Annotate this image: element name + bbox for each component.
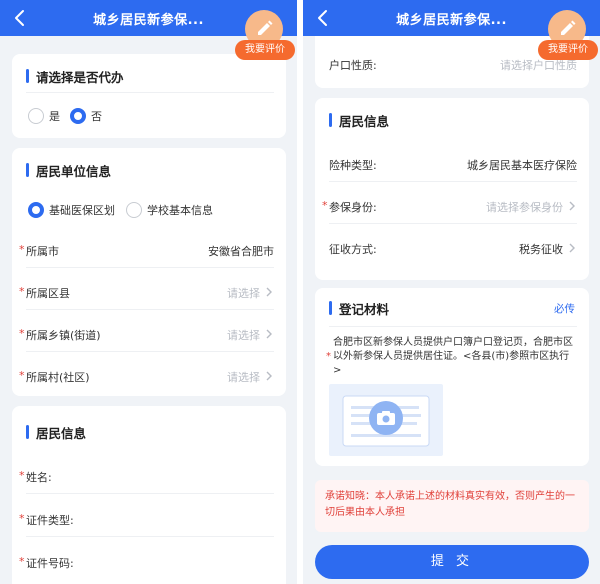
chevron-right-icon (266, 287, 272, 297)
field-township[interactable]: * 所属乡镇(街道) 请选择 (19, 316, 274, 352)
rate-button[interactable]: 我要评价 (235, 10, 297, 62)
section-header: 登记材料 (329, 298, 389, 318)
pencil-icon (258, 20, 273, 35)
camera-icon (377, 411, 395, 425)
section-title: 请选择是否代办 (36, 69, 124, 85)
section-title: 居民信息 (36, 425, 87, 441)
chevron-right-icon (569, 201, 575, 211)
chevron-right-icon (266, 371, 272, 381)
commitment-notice: 承诺知晓：本人承诺上述的材料真实有效，否则产生的一切后果由本人承担 (315, 480, 589, 532)
field-village[interactable]: * 所属村(社区) 请选择 (19, 358, 274, 394)
field-collection-method[interactable]: 征收方式: 税务征收 (329, 230, 577, 266)
field-city[interactable]: * 所属市 安徽省合肥市 (19, 232, 274, 268)
radio-circle-checked (28, 202, 44, 218)
required-badge: 必传 (554, 303, 575, 315)
field-id-number[interactable]: * 证件号码: (19, 544, 274, 580)
section-title: 居民信息 (339, 113, 390, 129)
section-header: 请选择是否代办 (26, 66, 124, 86)
field-name[interactable]: * 姓名: (19, 458, 274, 494)
radio-region[interactable]: 基础医保区划 (28, 202, 115, 218)
radio-circle (126, 202, 142, 218)
pencil-icon (561, 20, 576, 35)
rate-label: 我要评价 (538, 40, 598, 60)
left-screen: 城乡居民新参保... 我要评价 请选择是否代办 是 否 居民单位信息 基础医保区… (0, 0, 297, 584)
upload-area[interactable] (329, 384, 443, 456)
chevron-right-icon (266, 329, 272, 339)
section-header: 居民单位信息 (26, 160, 111, 180)
radio-circle-checked (70, 108, 86, 124)
resident-info-card: 居民信息 险种类型: 城乡居民基本医疗保险 * 参保身份: 请选择参保身份 征收… (315, 98, 589, 280)
resident-card: 居民信息 * 姓名: * 证件类型: * 证件号码: (12, 406, 286, 584)
unit-card: 居民单位信息 基础医保区划 学校基本信息 * 所属市 安徽省合肥市 * 所属区县… (12, 148, 286, 396)
field-id-type[interactable]: * 证件类型: (19, 501, 274, 537)
rate-button[interactable]: 我要评价 (538, 10, 600, 62)
field-insured-identity[interactable]: * 参保身份: 请选择参保身份 (322, 188, 577, 224)
materials-card: 登记材料 必传 * 合肥市区新参保人员提供户口簿户口登记页，合肥市区以外新参保人… (315, 288, 589, 466)
section-title: 居民单位信息 (36, 163, 112, 179)
submit-button[interactable]: 提 交 (315, 545, 589, 579)
section-title: 登记材料 (339, 301, 390, 317)
section-header: 居民信息 (329, 110, 389, 130)
right-screen: 城乡居民新参保... 我要评价 户口性质: 请选择户口性质 居民信息 险种类型:… (303, 0, 600, 584)
radio-circle (28, 108, 44, 124)
rate-label: 我要评价 (235, 40, 295, 60)
materials-description: * 合肥市区新参保人员提供户口簿户口登记页，合肥市区以外新参保人员提供居住证。<… (326, 337, 573, 376)
radio-school[interactable]: 学校基本信息 (126, 202, 213, 218)
radio-no[interactable]: 否 (70, 108, 102, 124)
proxy-card: 请选择是否代办 是 否 (12, 54, 286, 138)
chevron-right-icon (569, 243, 575, 253)
field-insurance-type[interactable]: 险种类型: 城乡居民基本医疗保险 (329, 146, 577, 182)
section-header: 居民信息 (26, 422, 86, 442)
field-district[interactable]: * 所属区县 请选择 (19, 274, 274, 310)
radio-yes[interactable]: 是 (28, 108, 60, 124)
